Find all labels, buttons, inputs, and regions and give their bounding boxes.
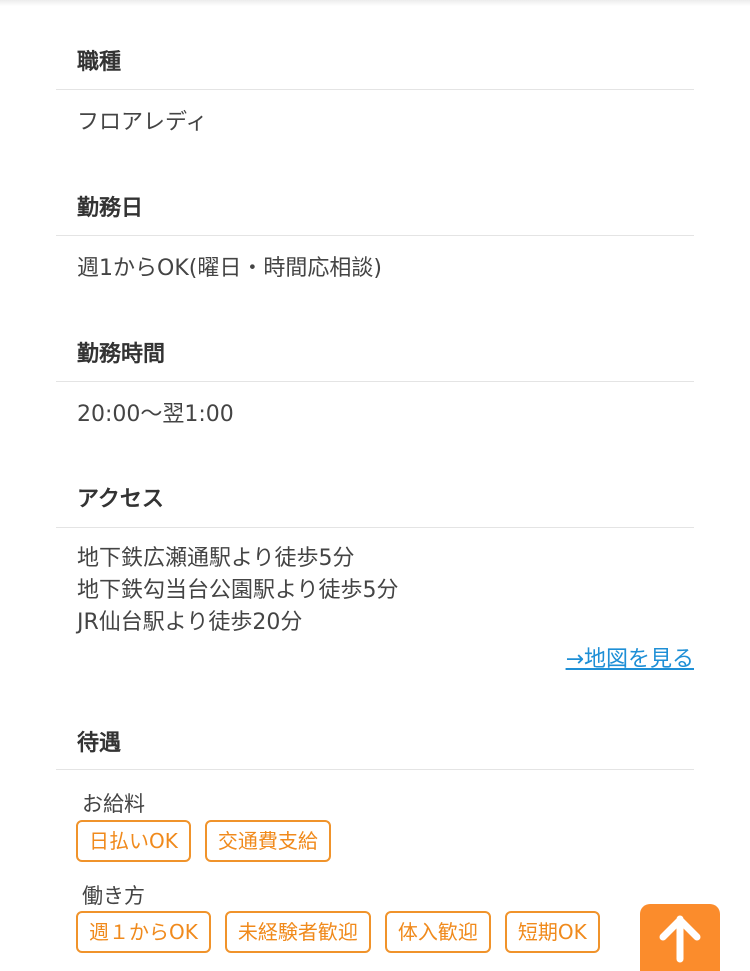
divider <box>56 769 694 770</box>
access-line: 地下鉄広瀬通駅より徒歩5分 <box>77 546 355 571</box>
access-line: JR仙台駅より徒歩20分 <box>77 610 303 635</box>
section-title-job-type: 職種 <box>77 50 122 75</box>
salary-tags: 日払いOK 交通費支給 <box>76 820 331 862</box>
divider <box>56 235 694 236</box>
tag-transport-allowance[interactable]: 交通費支給 <box>204 820 331 862</box>
back-to-top-button[interactable] <box>640 904 720 971</box>
header-shadow <box>0 0 750 6</box>
section-title-work-hours: 勤務時間 <box>77 342 166 367</box>
divider <box>56 89 694 90</box>
tag-daily-pay[interactable]: 日払いOK <box>76 820 191 862</box>
section-title-work-days: 勤務日 <box>77 196 144 221</box>
access-line: 地下鉄勾当台公園駅より徒歩5分 <box>77 578 399 603</box>
work-days-value: 週1からOK(曜日・時間応相談) <box>77 256 382 281</box>
work-hours-value: 20:00〜翌1:00 <box>77 402 234 427</box>
tag-no-experience[interactable]: 未経験者歓迎 <box>224 911 371 953</box>
tag-once-a-week[interactable]: 週１からOK <box>76 911 211 953</box>
workstyle-tags: 週１からOK 未経験者歓迎 体入歓迎 短期OK <box>76 911 600 953</box>
section-title-benefits: 待遇 <box>77 731 122 756</box>
salary-label: お給料 <box>82 792 145 816</box>
view-map-link[interactable]: →地図を見る <box>566 641 694 673</box>
workstyle-label: 働き方 <box>82 884 145 908</box>
job-type-value: フロアレディ <box>77 110 208 135</box>
section-title-access: アクセス <box>77 487 164 512</box>
divider <box>56 381 694 382</box>
divider <box>56 527 694 528</box>
tag-trial-welcome[interactable]: 体入歓迎 <box>384 911 491 953</box>
arrow-up-icon <box>659 915 701 962</box>
tag-short-term[interactable]: 短期OK <box>504 911 600 953</box>
